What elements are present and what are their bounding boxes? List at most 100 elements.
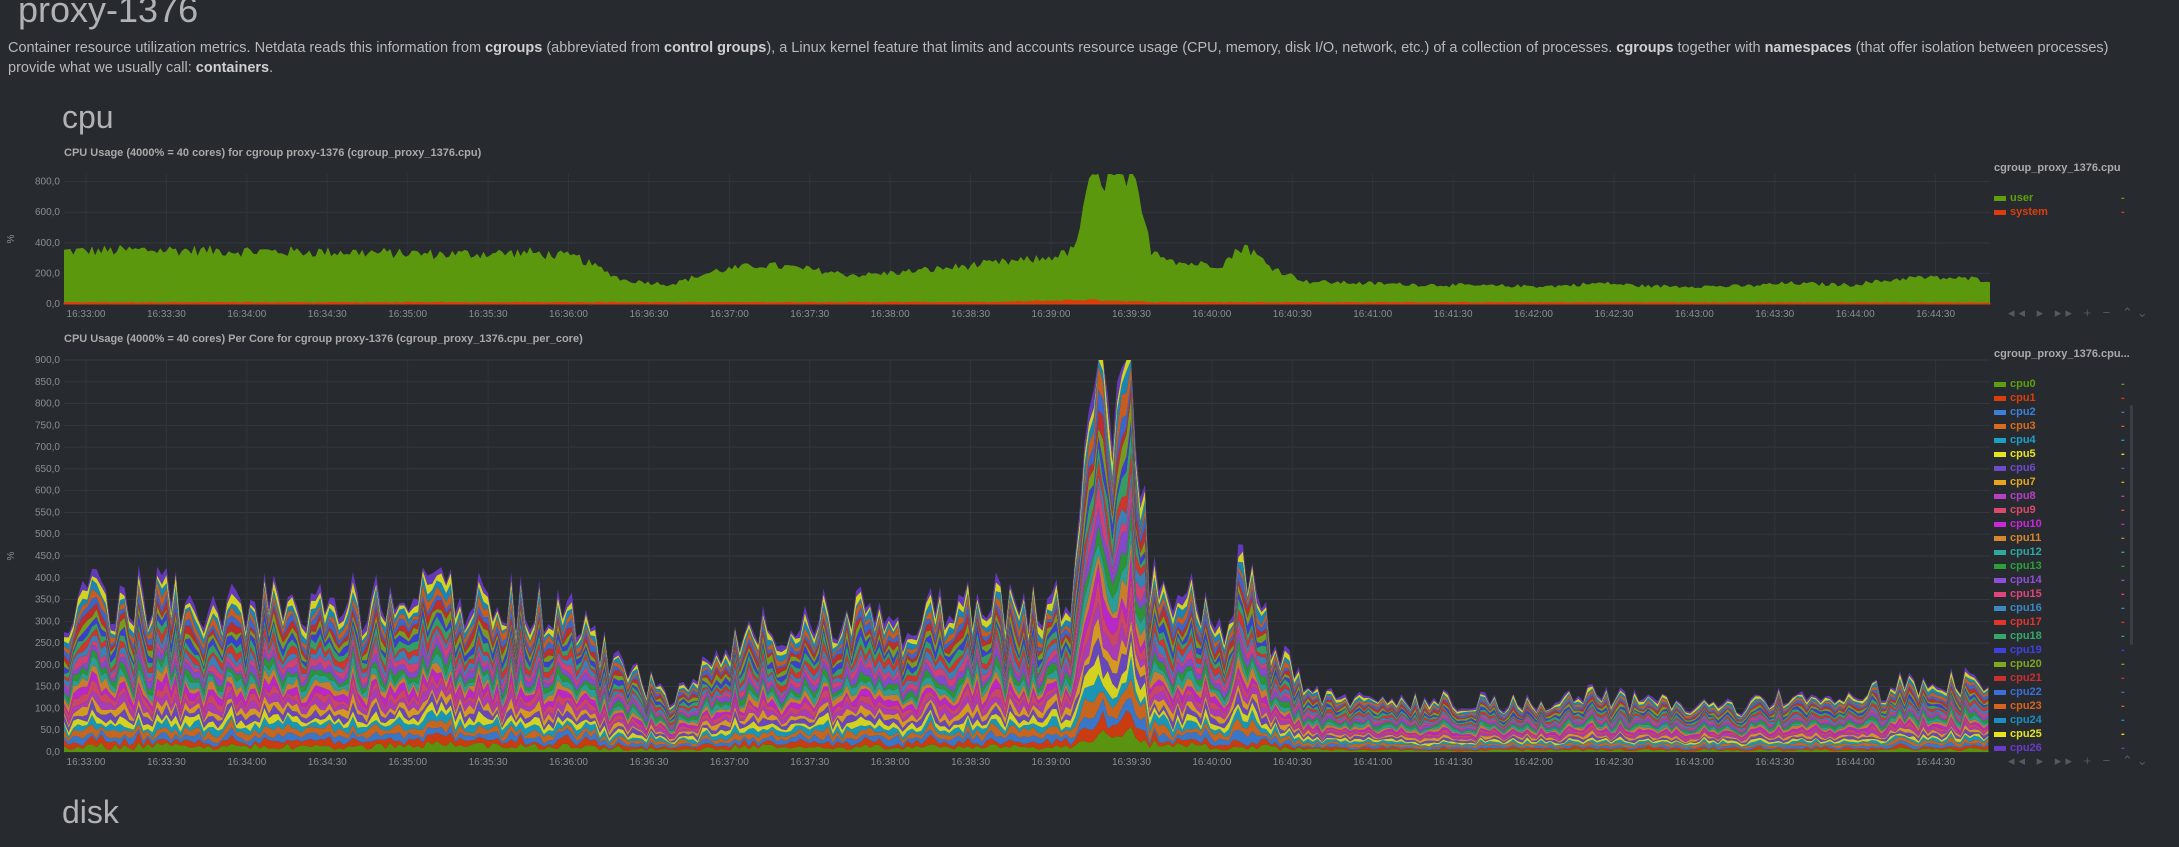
- cpu-per-core-chart[interactable]: 0,0 50,0 100,0 150,0 200,0 250,0 300,0 350,0 400…: [0, 346, 2179, 766]
- cpu-usage-chart[interactable]: 0,0 200,0 400,0 600,0 800,0 16:33:00 16:33:30 1…: [0, 160, 2179, 320]
- legend-label: cpu12: [2010, 546, 2042, 558]
- legend-item-cpu0[interactable]: cpu0 -: [1994, 377, 2125, 391]
- legend-label: system: [2010, 206, 2048, 218]
- legend-item-cpu23[interactable]: cpu23 -: [1994, 699, 2125, 713]
- legend-label: cpu24: [2010, 714, 2042, 726]
- x-tick-label: 16:33:00: [67, 757, 106, 766]
- legend-value: -: [2121, 434, 2125, 446]
- y-tick-label: 200,0: [35, 268, 60, 279]
- legend-item-cpu10[interactable]: cpu10 -: [1994, 517, 2125, 531]
- legend-label: cpu3: [2010, 420, 2036, 432]
- legend-item-cpu17[interactable]: cpu17 -: [1994, 615, 2125, 629]
- y-tick-label: 600,0: [35, 486, 60, 497]
- x-tick-label: 16:44:00: [1836, 309, 1875, 320]
- legend-swatch: [1994, 563, 2006, 569]
- legend-item-cpu25[interactable]: cpu25 -: [1994, 727, 2125, 741]
- x-tick-label: 16:36:30: [629, 757, 668, 766]
- legend-value: -: [2121, 448, 2125, 460]
- y-tick-label: 100,0: [35, 703, 60, 714]
- legend-swatch: [1994, 745, 2006, 751]
- legend-label: cpu14: [2010, 574, 2042, 586]
- legend-item-user[interactable]: user -: [1994, 191, 2125, 205]
- legend-label: cpu20: [2010, 658, 2042, 670]
- legend-swatch: [1994, 605, 2006, 611]
- legend-value: -: [2121, 192, 2125, 204]
- x-tick-label: 16:35:00: [388, 309, 427, 320]
- x-tick-label: 16:35:00: [388, 757, 427, 766]
- x-tick-label: 16:37:00: [710, 309, 749, 320]
- legend-swatch: [1994, 675, 2006, 681]
- legend-item-cpu4[interactable]: cpu4 -: [1994, 433, 2125, 447]
- legend-value: -: [2121, 406, 2125, 418]
- x-tick-label: 16:41:30: [1434, 309, 1473, 320]
- chart2-title: CPU Usage (4000% = 40 cores) Per Core fo…: [64, 333, 583, 345]
- legend-swatch: [1994, 703, 2006, 709]
- legend-item-cpu1[interactable]: cpu1 -: [1994, 391, 2125, 405]
- legend-swatch: [1994, 521, 2006, 527]
- legend-item-cpu5[interactable]: cpu5 -: [1994, 447, 2125, 461]
- legend-item-cpu7[interactable]: cpu7 -: [1994, 475, 2125, 489]
- x-tick-label: 16:38:30: [951, 309, 990, 320]
- legend-item-cpu16[interactable]: cpu16 -: [1994, 601, 2125, 615]
- x-tick-label: 16:35:30: [469, 757, 508, 766]
- legend-label: cpu6: [2010, 462, 2036, 474]
- legend-item-cpu14[interactable]: cpu14 -: [1994, 573, 2125, 587]
- legend-label: cpu25: [2010, 728, 2042, 740]
- legend-item-system[interactable]: system -: [1994, 205, 2125, 219]
- y-tick-label: 200,0: [35, 660, 60, 671]
- legend-item-cpu15[interactable]: cpu15 -: [1994, 587, 2125, 601]
- legend-item-cpu3[interactable]: cpu3 -: [1994, 419, 2125, 433]
- legend-item-cpu2[interactable]: cpu2 -: [1994, 405, 2125, 419]
- legend-item-cpu9[interactable]: cpu9 -: [1994, 503, 2125, 517]
- chart2-toolbox[interactable]: ◂◂ ▸ ▸▸ + − ⌃⌄: [2008, 753, 2152, 769]
- legend-item-cpu11[interactable]: cpu11 -: [1994, 531, 2125, 545]
- legend-swatch: [1994, 451, 2006, 457]
- legend-value: -: [2121, 700, 2125, 712]
- chart1-toolbox[interactable]: ◂◂ ▸ ▸▸ + − ⌃⌄: [2008, 305, 2152, 321]
- legend-label: cpu7: [2010, 476, 2036, 488]
- legend-swatch: [1994, 731, 2006, 737]
- x-tick-label: 16:38:30: [951, 757, 990, 766]
- legend-item-cpu6[interactable]: cpu6 -: [1994, 461, 2125, 475]
- x-tick-label: 16:42:30: [1594, 757, 1633, 766]
- legend-label: cpu22: [2010, 686, 2042, 698]
- y-tick-label: 400,0: [35, 573, 60, 584]
- legend-scrollbar[interactable]: [2130, 405, 2133, 645]
- y-tick-label: 700,0: [35, 442, 60, 453]
- x-tick-label: 16:40:00: [1192, 757, 1231, 766]
- legend-item-cpu12[interactable]: cpu12 -: [1994, 545, 2125, 559]
- legend-swatch: [1994, 395, 2006, 401]
- x-tick-label: 16:43:00: [1675, 757, 1714, 766]
- legend-item-cpu8[interactable]: cpu8 -: [1994, 489, 2125, 503]
- x-tick-label: 16:33:00: [67, 309, 106, 320]
- intro-keyword: cgroups: [485, 40, 543, 56]
- legend-item-cpu22[interactable]: cpu22 -: [1994, 685, 2125, 699]
- chart2-legend-title: cgroup_proxy_1376.cpu...: [1994, 348, 2130, 360]
- legend-label: cpu19: [2010, 644, 2042, 656]
- y-tick-label: 500,0: [35, 529, 60, 540]
- chart1-title: CPU Usage (4000% = 40 cores) for cgroup …: [64, 147, 482, 159]
- x-tick-label: 16:40:00: [1192, 309, 1231, 320]
- legend-swatch: [1994, 717, 2006, 723]
- legend-label: cpu15: [2010, 588, 2042, 600]
- legend-item-cpu20[interactable]: cpu20 -: [1994, 657, 2125, 671]
- legend-item-cpu13[interactable]: cpu13 -: [1994, 559, 2125, 573]
- legend-swatch: [1994, 619, 2006, 625]
- legend-item-cpu18[interactable]: cpu18 -: [1994, 629, 2125, 643]
- legend-value: -: [2121, 616, 2125, 628]
- y-tick-label: 800,0: [35, 177, 60, 188]
- x-tick-label: 16:41:00: [1353, 757, 1392, 766]
- legend-label: cpu21: [2010, 672, 2042, 684]
- legend-item-cpu21[interactable]: cpu21 -: [1994, 671, 2125, 685]
- x-tick-label: 16:35:30: [469, 309, 508, 320]
- legend-item-cpu19[interactable]: cpu19 -: [1994, 643, 2125, 657]
- legend-label: user: [2010, 192, 2034, 204]
- x-tick-label: 16:40:30: [1273, 309, 1312, 320]
- x-tick-label: 16:37:30: [790, 757, 829, 766]
- section-title-cpu: cpu: [62, 99, 114, 135]
- y-tick-label: 150,0: [35, 682, 60, 693]
- y-tick-label: 300,0: [35, 616, 60, 627]
- legend-label: cpu5: [2010, 448, 2036, 460]
- legend-item-cpu24[interactable]: cpu24 -: [1994, 713, 2125, 727]
- legend-swatch: [1994, 577, 2006, 583]
